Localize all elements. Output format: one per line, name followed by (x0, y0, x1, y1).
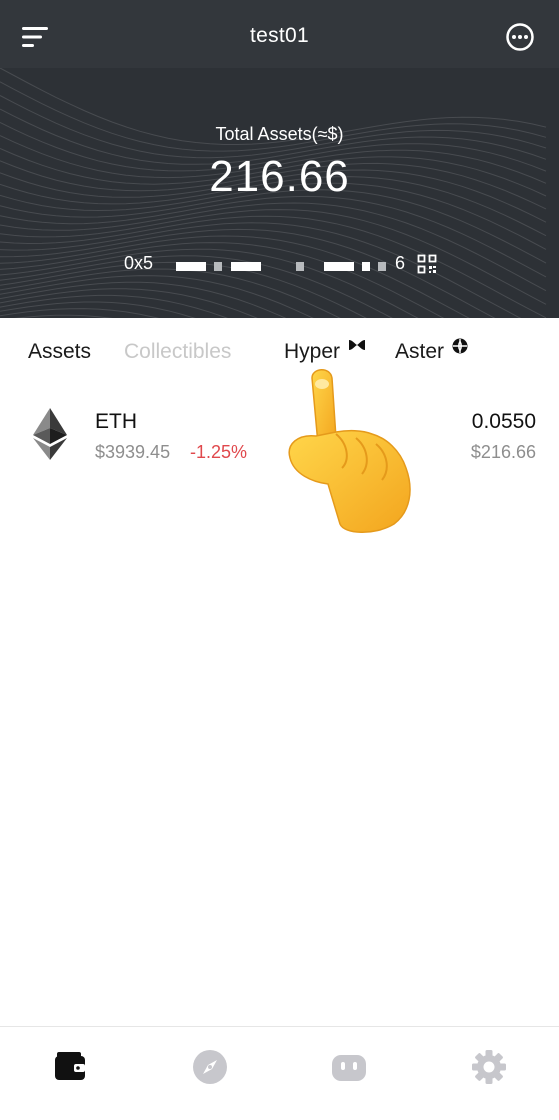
tab-hyper[interactable]: Hyper (284, 340, 366, 364)
ethereum-icon (33, 408, 67, 460)
asset-amount: 0.0550 (471, 410, 536, 433)
address-redaction (231, 262, 261, 271)
compass-icon[interactable] (190, 1047, 230, 1087)
bottom-navigation (0, 1026, 559, 1120)
address-prefix: 0x5 (124, 253, 154, 273)
wave-line (0, 268, 341, 318)
asset-price-change: -1.25% (190, 442, 248, 462)
robot-icon[interactable] (329, 1047, 369, 1087)
address-redaction (296, 262, 304, 271)
total-assets-label: Total Assets(≈$) (215, 124, 344, 144)
wallet-app: test01 Total Assets(≈$) 216.66 0x5 6 Ass… (0, 0, 559, 1120)
top-bar: test01 (0, 0, 559, 68)
tab-label: Collectibles (124, 340, 232, 363)
header-area: test01 Total Assets(≈$) 216.66 0x5 6 (0, 0, 559, 318)
hyperliquid-icon (348, 340, 365, 350)
address-redaction (214, 262, 222, 271)
wave-line (0, 288, 258, 318)
wave-line (0, 308, 160, 318)
wallet-name[interactable]: test01 (0, 24, 559, 48)
asset-fiat-value: $216.66 (470, 442, 536, 462)
address-redaction (362, 262, 370, 271)
wallet-address[interactable]: 0x5 6 (124, 252, 444, 276)
total-assets-value: 216.66 (209, 152, 350, 201)
address-redaction (378, 262, 386, 271)
tab-label: Hyper (284, 340, 341, 363)
pointing-hand-icon (288, 369, 411, 533)
more-options-icon[interactable] (505, 22, 535, 52)
qr-code-icon[interactable] (417, 254, 437, 274)
wave-line (0, 275, 314, 318)
asset-symbol: ETH (95, 410, 137, 433)
tab-collectibles[interactable]: Collectibles (124, 340, 231, 364)
aster-icon (452, 338, 468, 354)
tab-label: Aster (395, 340, 445, 363)
asset-price: $3939.45 (95, 442, 171, 462)
tab-assets[interactable]: Assets (28, 340, 91, 364)
address-redaction (324, 262, 354, 271)
address-suffix: 6 (395, 253, 406, 273)
gear-icon[interactable] (469, 1047, 509, 1087)
tab-aster[interactable]: Aster (395, 338, 468, 364)
address-redaction (176, 262, 206, 271)
wallet-icon[interactable] (50, 1047, 90, 1087)
wave-line (0, 294, 228, 318)
tab-label: Assets (28, 340, 92, 363)
